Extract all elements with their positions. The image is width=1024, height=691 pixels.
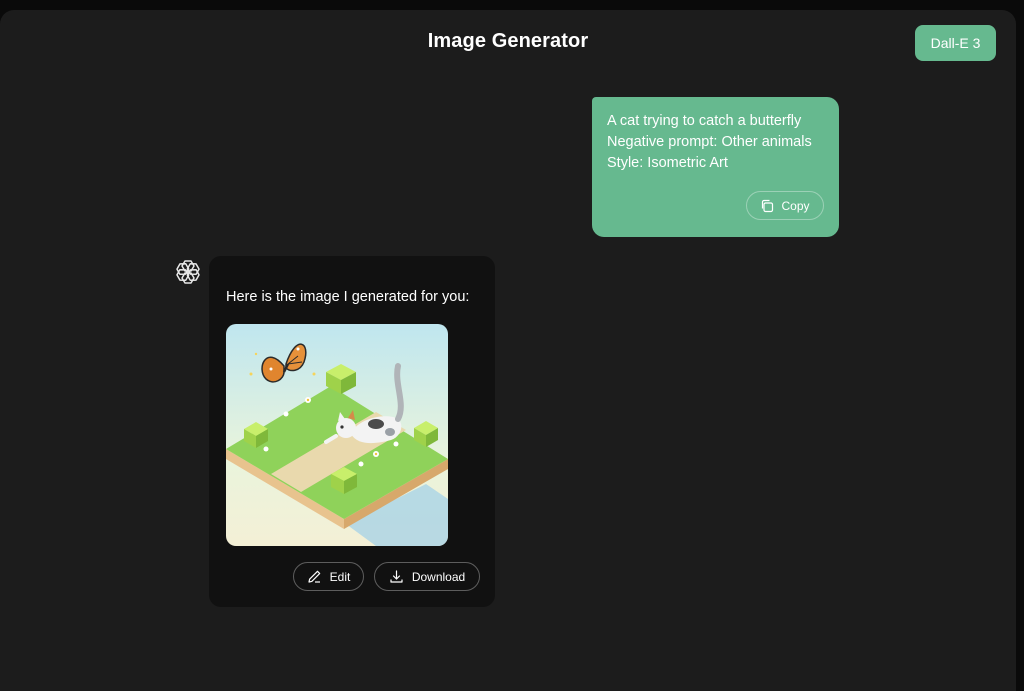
model-selector-button[interactable]: Dall-E 3 [915, 25, 996, 61]
generated-image[interactable] [226, 324, 448, 546]
openai-logo-icon [173, 257, 203, 287]
download-button[interactable]: Download [374, 562, 480, 591]
pencil-icon [307, 569, 322, 584]
edit-button[interactable]: Edit [293, 562, 364, 591]
assistant-message-text: Here is the image I generated for you: [226, 289, 470, 305]
edit-button-label: Edit [329, 569, 351, 584]
assistant-message-bubble: Here is the image I generated for you: E… [209, 256, 495, 607]
copy-icon [760, 199, 774, 213]
user-message-bubble: A cat trying to catch a butterfly Negati… [592, 97, 839, 237]
copy-button-label: Copy [781, 198, 810, 213]
download-button-label: Download [411, 569, 466, 584]
page-title: Image Generator [427, 30, 589, 52]
chat-window: Image Generator Dall-E 3 A cat trying to… [0, 10, 1016, 691]
download-icon [389, 569, 404, 584]
style-text: Style: Isometric Art [607, 155, 728, 171]
copy-button[interactable]: Copy [746, 191, 824, 220]
negative-prompt-text: Negative prompt: Other animals [607, 134, 812, 150]
prompt-text: A cat trying to catch a butterfly [607, 113, 802, 129]
